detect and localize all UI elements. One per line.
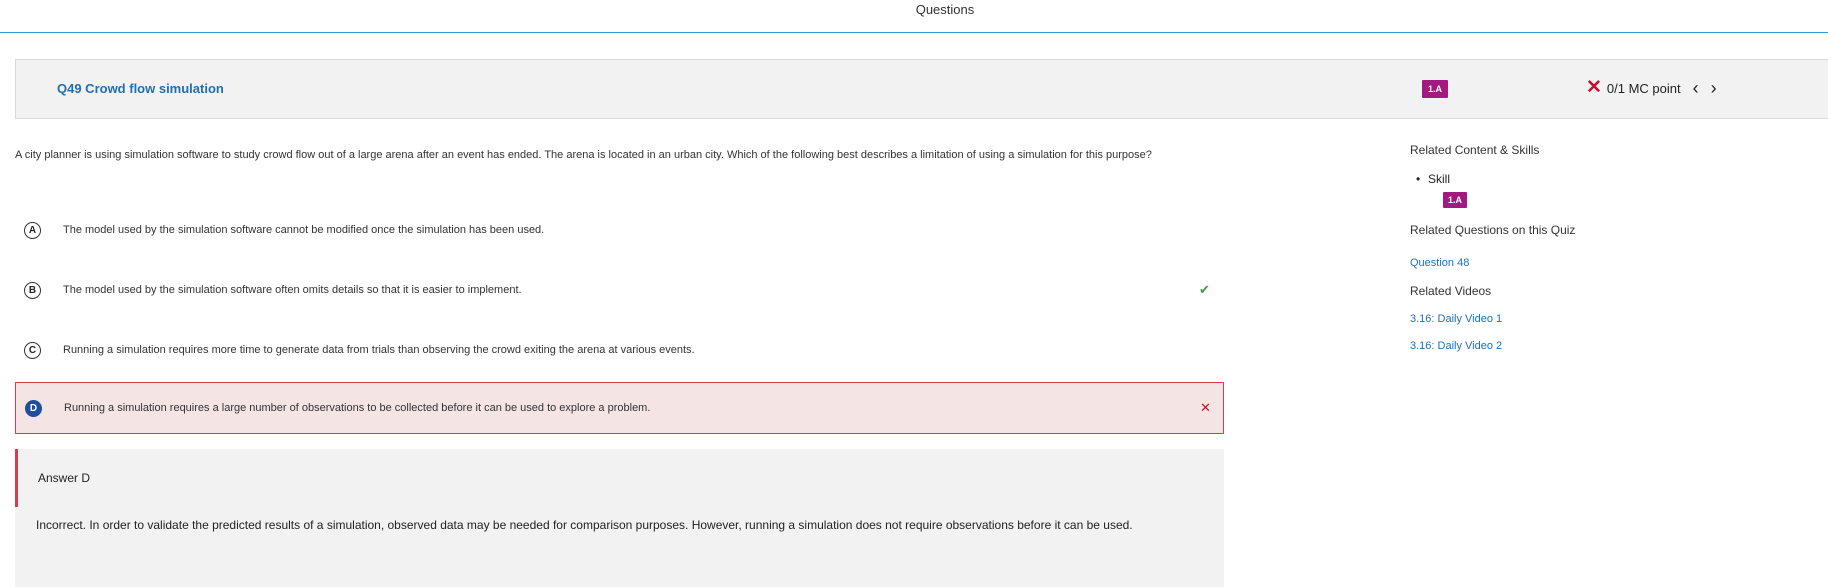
answer-explanation-panel: Answer D Incorrect. In order to validate… (15, 449, 1224, 587)
score-area: ✕ 0/1 MC point ‹ › (1586, 78, 1717, 98)
chevron-left-icon[interactable]: ‹ (1693, 79, 1699, 97)
error-stripe (15, 449, 18, 507)
skill-badge: 1.A (1422, 80, 1449, 98)
question-title[interactable]: Q49 Crowd flow simulation (57, 81, 224, 96)
score-text: 0/1 MC point (1606, 80, 1681, 96)
option-letter: A (24, 221, 41, 239)
sidebar-skill-badge: 1.A (1443, 192, 1468, 208)
option-b[interactable]: B The model used by the simulation softw… (15, 264, 1224, 316)
question-header-bar: Q49 Crowd flow simulation 1.A ✕ 0/1 MC p… (15, 59, 1828, 119)
chevron-right-icon[interactable]: › (1711, 79, 1717, 97)
cross-icon: ✕ (1200, 400, 1211, 415)
option-text: Running a simulation requires more time … (63, 344, 695, 356)
option-letter: D (25, 399, 42, 417)
answer-explanation: Incorrect. In order to validate the pred… (36, 518, 1133, 532)
check-icon: ✔ (1199, 282, 1210, 297)
related-question-link[interactable]: Question 48 (1410, 257, 1469, 269)
related-questions-heading: Related Questions on this Quiz (1410, 223, 1576, 237)
option-letter: C (24, 341, 41, 359)
x-icon: ✕ (1586, 77, 1602, 98)
option-text: The model used by the simulation softwar… (63, 224, 545, 236)
option-letter: B (24, 281, 41, 299)
page-header: Questions (0, 0, 1828, 33)
option-a[interactable]: A The model used by the simulation softw… (15, 204, 1224, 256)
answer-title: Answer D (38, 471, 91, 485)
question-prompt: A city planner is using simulation softw… (15, 149, 1152, 161)
skill-list-item: Skill (1416, 172, 1450, 186)
option-c[interactable]: C Running a simulation requires more tim… (15, 324, 1224, 376)
related-content-heading: Related Content & Skills (1410, 143, 1540, 157)
page-title: Questions (915, 2, 975, 17)
option-text: The model used by the simulation softwar… (63, 284, 522, 296)
related-videos-heading: Related Videos (1410, 284, 1492, 298)
video-link-2[interactable]: 3.16: Daily Video 2 (1410, 340, 1502, 352)
option-d-selected[interactable]: D Running a simulation requires a large … (15, 382, 1224, 434)
video-link-1[interactable]: 3.16: Daily Video 1 (1410, 313, 1502, 325)
option-text: Running a simulation requires a large nu… (64, 402, 651, 414)
